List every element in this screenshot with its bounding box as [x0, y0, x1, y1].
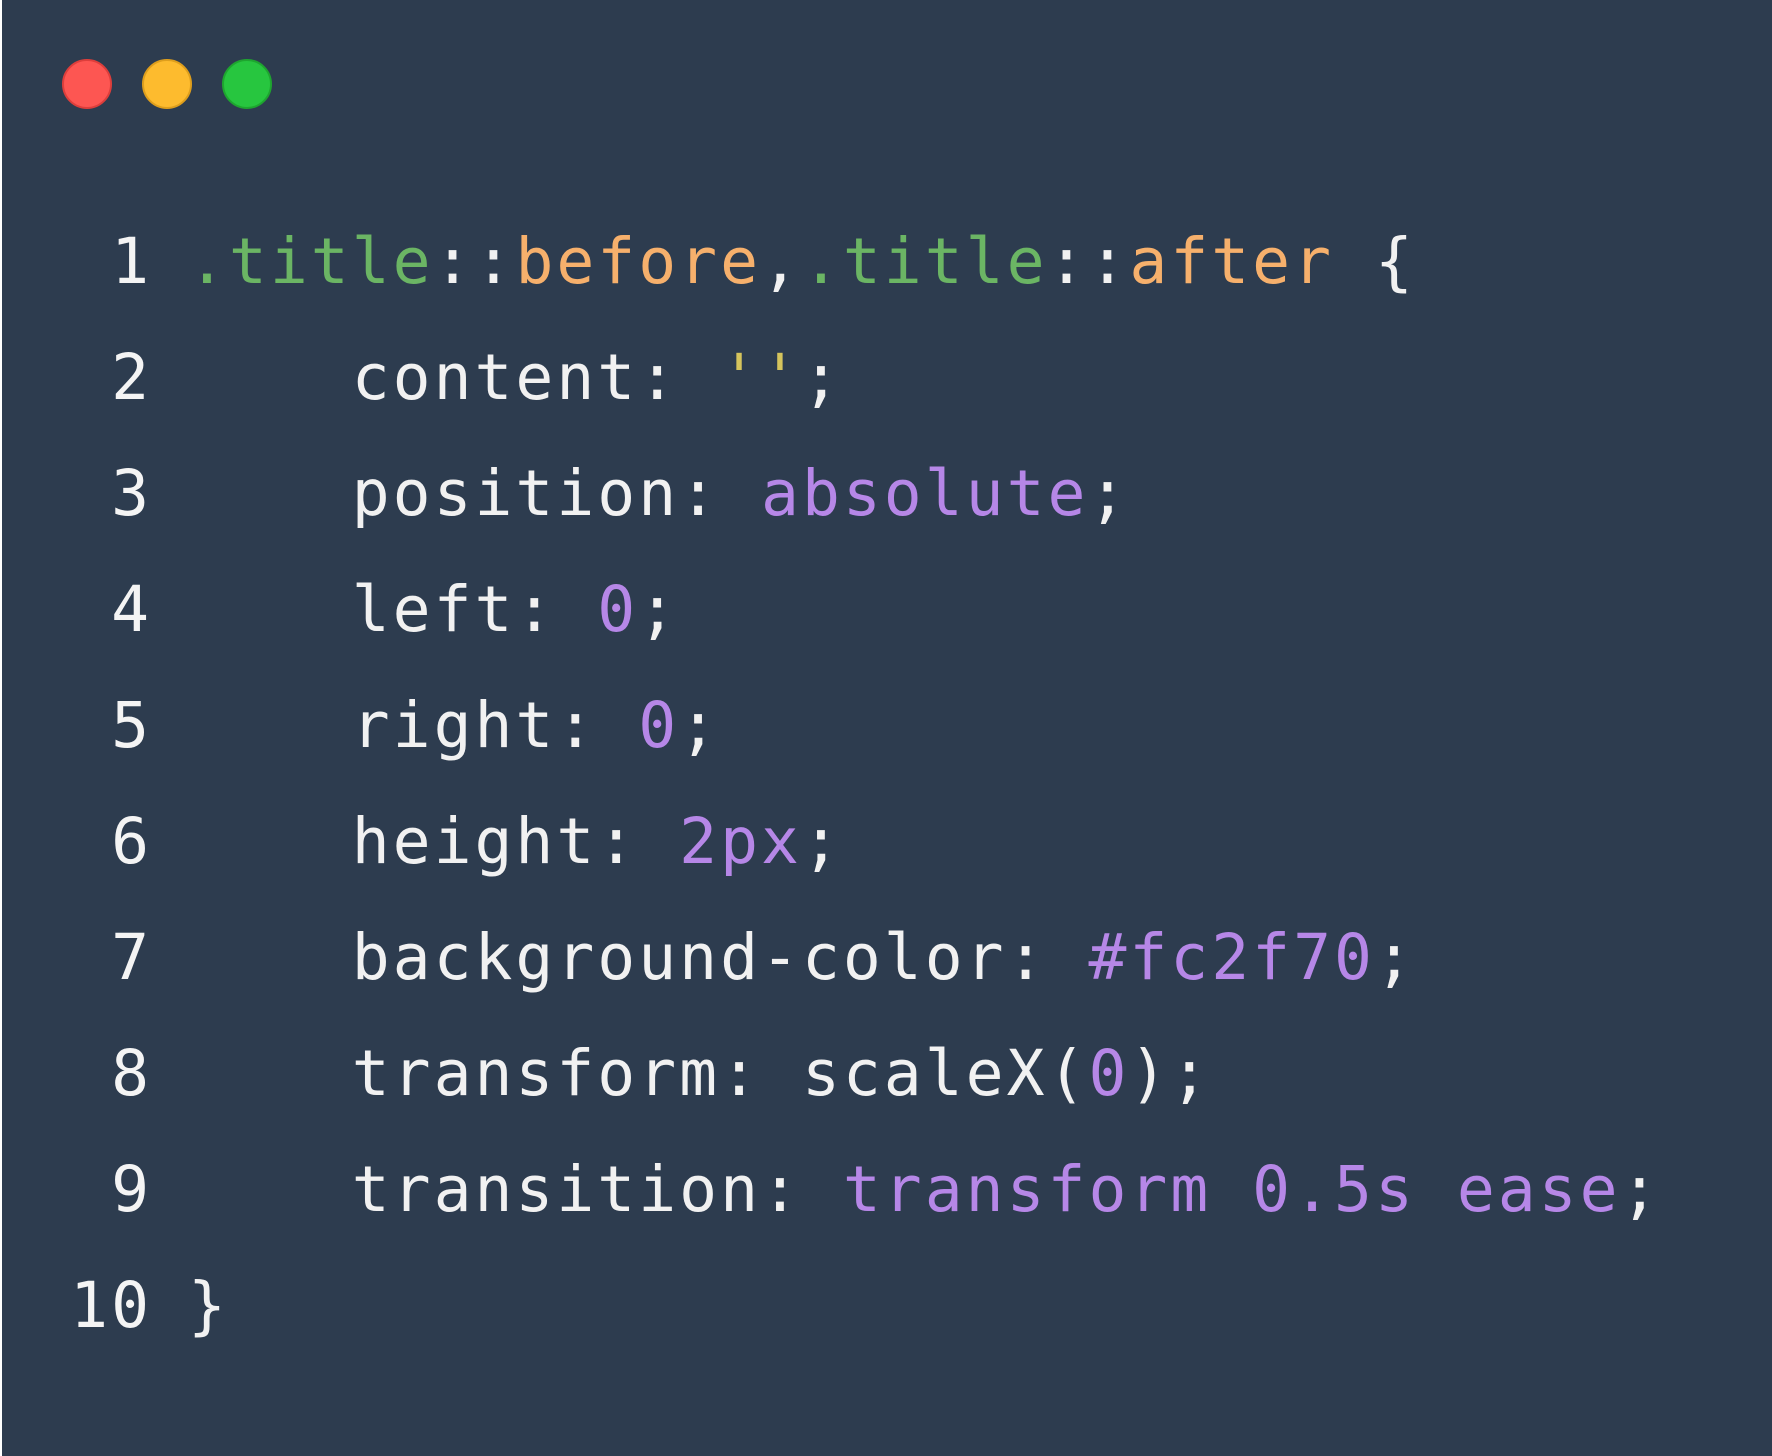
code-token-pseudo: after: [1129, 225, 1335, 298]
line-number: 6: [111, 805, 152, 878]
code-token-plain: background-color:: [188, 921, 1089, 994]
code-token-plain: ,: [761, 225, 802, 298]
code-token-value: 0: [638, 689, 680, 762]
code-text: left: 0;: [188, 552, 679, 668]
code-token-selector: .title: [188, 225, 434, 298]
line-number: 3: [111, 457, 152, 530]
code-window: 1 .title::before,.title::after {2 content…: [2, 0, 1772, 1456]
code-text: background-color: #fc2f70;: [188, 900, 1416, 1016]
code-token-plain: ;: [679, 689, 721, 762]
code-token-plain: ::: [1047, 225, 1130, 298]
code-token-plain: left:: [188, 573, 598, 646]
line-number: 9: [111, 1153, 152, 1226]
code-text: content: '';: [188, 320, 843, 436]
code-token-plain: ;: [1620, 1153, 1662, 1226]
code-token-plain: transform: scaleX(: [188, 1037, 1089, 1110]
code-token-plain: right:: [188, 689, 639, 762]
code-token-plain: ;: [801, 341, 843, 414]
code-token-plain: transition:: [188, 1153, 843, 1226]
line-number: 7: [111, 921, 152, 994]
code-token-pseudo: before: [515, 225, 762, 298]
code-text: height: 2px;: [188, 784, 843, 900]
code-token-plain: );: [1129, 1037, 1212, 1110]
code-token-plain: ;: [638, 573, 680, 646]
code-token-plain: ;: [1374, 921, 1416, 994]
code-token-plain: {: [1334, 225, 1416, 298]
code-token-selector: .title: [801, 225, 1048, 298]
code-text: transition: transform 0.5s ease;: [188, 1132, 1661, 1248]
code-token-string: '': [720, 341, 802, 414]
code-token-value: transform 0.5s ease: [842, 1153, 1621, 1226]
code-token-value: absolute: [761, 457, 1089, 530]
maximize-button[interactable]: [222, 59, 272, 109]
code-text: }: [188, 1248, 229, 1364]
code-token-value: #fc2f70: [1088, 921, 1375, 994]
code-token-plain: }: [188, 1269, 229, 1342]
line-number: 4: [111, 573, 152, 646]
code-token-plain: ::: [433, 225, 516, 298]
line-number: 10: [70, 1269, 152, 1342]
code-text: position: absolute;: [188, 436, 1129, 552]
code-token-value: 0: [597, 573, 639, 646]
code-token-plain: height:: [188, 805, 680, 878]
code-text: .title::before,.title::after {: [188, 204, 1416, 320]
code-token-plain: ;: [1088, 457, 1130, 530]
code-token-plain: position:: [188, 457, 762, 530]
code-text: transform: scaleX(0);: [188, 1016, 1211, 1132]
line-number: 5: [111, 689, 152, 762]
line-number: 2: [111, 341, 152, 414]
code-token-value: 0: [1088, 1037, 1130, 1110]
minimize-button[interactable]: [142, 59, 192, 109]
code-token-plain: content:: [188, 341, 721, 414]
line-number: 1: [111, 225, 152, 298]
line-number: 8: [111, 1037, 152, 1110]
code-token-value: 2px: [679, 805, 802, 878]
close-button[interactable]: [62, 59, 112, 109]
code-token-plain: ;: [801, 805, 843, 878]
code-text: right: 0;: [188, 668, 720, 784]
